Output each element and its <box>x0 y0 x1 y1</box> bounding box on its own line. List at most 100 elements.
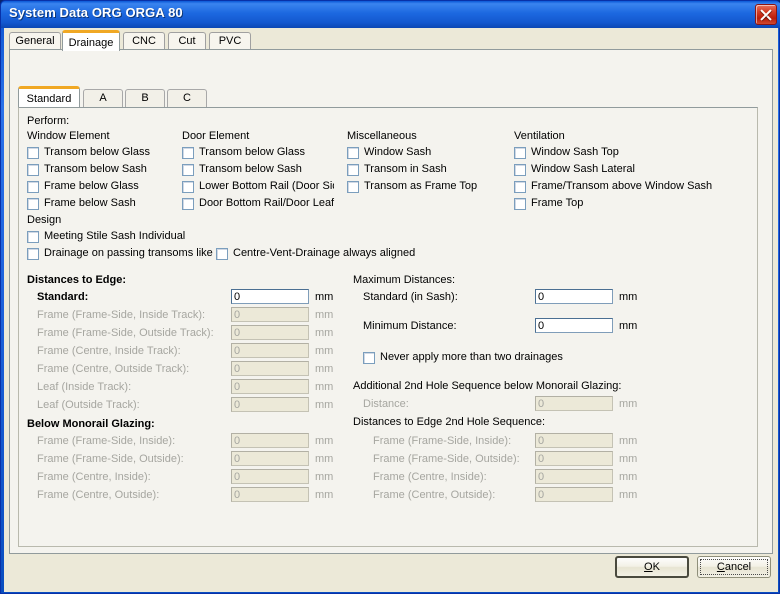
distance-frame-centre-inside-track-unit: mm <box>315 345 334 357</box>
minimum-distance-input[interactable] <box>535 318 613 333</box>
subtab-c[interactable]: C <box>167 89 207 107</box>
hole2-frame-side-inside-label: Frame (Frame-Side, Inside): <box>373 435 512 447</box>
checkbox-drainage-on-passing-transoms[interactable]: Drainage on passing transoms like frame <box>27 247 215 261</box>
distance-standard-unit: mm <box>315 291 334 303</box>
subtab-standard-label: Standard <box>26 93 72 105</box>
checkbox-label: Never apply more than two drainages <box>380 351 563 363</box>
checkbox-label: Frame below Sash <box>44 197 136 209</box>
monorail-frame-centre-outside-unit: mm <box>315 489 334 501</box>
checkbox-label: Frame Top <box>531 197 584 209</box>
tab-drainage[interactable]: Drainage <box>62 30 120 51</box>
minimum-distance-unit: mm <box>619 320 638 332</box>
close-icon[interactable] <box>755 4 777 25</box>
checkbox-box[interactable] <box>514 198 526 210</box>
hole2-frame-centre-outside-input <box>535 487 613 502</box>
checkbox-box[interactable] <box>182 164 194 176</box>
tab-pvc-label: PVC <box>218 35 242 47</box>
checkbox-box[interactable] <box>27 164 39 176</box>
distance-leaf-outside-track-label: Leaf (Outside Track): <box>37 399 140 411</box>
monorail-frame-side-inside-input <box>231 433 309 448</box>
focus-ring <box>700 559 768 575</box>
additional-2nd-hole-heading: Additional 2nd Hole Sequence below Monor… <box>353 380 622 392</box>
checkbox-label: Frame/Transom above Window Sash <box>531 180 713 192</box>
subtab-standard[interactable]: Standard <box>18 86 80 107</box>
sub-tab-strip: Standard A B C <box>18 86 758 107</box>
monorail-frame-side-outside-input <box>231 451 309 466</box>
distance-standard-label: Standard: <box>37 291 89 303</box>
monorail-frame-side-inside-unit: mm <box>315 435 334 447</box>
additional-2nd-hole-distance-label: Distance: <box>363 398 409 410</box>
distance-frame-side-inside-track-label: Frame (Frame-Side, Inside Track): <box>37 309 206 321</box>
checkbox-box[interactable] <box>363 352 375 364</box>
checkbox-box[interactable] <box>27 198 39 210</box>
distance-frame-centre-outside-track-unit: mm <box>315 363 334 375</box>
subtab-a[interactable]: A <box>83 89 123 107</box>
checkbox-box[interactable] <box>182 198 194 210</box>
checkbox-box[interactable] <box>347 164 359 176</box>
tab-cut[interactable]: Cut <box>168 32 206 50</box>
hole2-frame-centre-inside-label: Frame (Centre, Inside): <box>373 471 487 483</box>
ventilation-heading: Ventilation <box>514 130 565 142</box>
checkbox-box[interactable] <box>27 147 39 159</box>
checkbox-box[interactable] <box>514 164 526 176</box>
checkbox-box[interactable] <box>182 147 194 159</box>
checkbox-label: Drainage on passing transoms like frame <box>44 247 215 259</box>
hole2-frame-side-inside-unit: mm <box>619 435 638 447</box>
tab-cnc[interactable]: CNC <box>123 32 165 50</box>
distances-2nd-hole-heading: Distances to Edge 2nd Hole Sequence: <box>353 416 546 428</box>
checkbox-label: Centre-Vent-Drainage always aligned <box>233 247 416 259</box>
checkbox-box[interactable] <box>182 181 194 193</box>
monorail-frame-side-inside-label: Frame (Frame-Side, Inside): <box>37 435 176 447</box>
tab-general[interactable]: General <box>9 32 61 50</box>
hole2-frame-side-outside-unit: mm <box>619 453 638 465</box>
distance-frame-side-outside-track-label: Frame (Frame-Side, Outside Track): <box>37 327 214 339</box>
checkbox-box[interactable] <box>216 248 228 260</box>
monorail-frame-centre-outside-label: Frame (Centre, Outside): <box>37 489 160 501</box>
monorail-frame-centre-outside-input <box>231 487 309 502</box>
distance-leaf-outside-track-unit: mm <box>315 399 334 411</box>
checkbox-box[interactable] <box>514 181 526 193</box>
checkbox-label: Window Sash Top <box>531 146 619 158</box>
distance-leaf-inside-track-unit: mm <box>315 381 334 393</box>
tab-drainage-label: Drainage <box>68 37 114 49</box>
checkbox-box[interactable] <box>347 181 359 193</box>
distance-frame-side-outside-track-unit: mm <box>315 327 334 339</box>
ok-button[interactable]: OK <box>615 556 689 578</box>
window-element-heading: Window Element <box>27 130 110 142</box>
monorail-frame-centre-inside-input <box>231 469 309 484</box>
max-standard-in-sash-input[interactable] <box>535 289 613 304</box>
checkbox-box[interactable] <box>27 231 39 243</box>
maximum-distances-heading: Maximum Distances: <box>353 274 456 286</box>
main-tab-strip: General Drainage CNC Cut PVC <box>9 30 773 51</box>
hole2-frame-side-outside-input <box>535 451 613 466</box>
distance-frame-side-outside-track-input <box>231 325 309 340</box>
window-title: System Data ORG ORGA 80 <box>9 5 183 20</box>
minimum-distance-label: Minimum Distance: <box>363 320 457 332</box>
checkbox-box[interactable] <box>27 181 39 193</box>
checkbox-door-lower-bottom-rail[interactable]: Lower Bottom Rail (Door Side Light) <box>182 180 334 194</box>
checkbox-label: Door Bottom Rail/Door Leaf <box>199 197 335 209</box>
subtab-a-label: A <box>99 92 107 104</box>
subtab-b[interactable]: B <box>125 89 165 107</box>
distance-standard-input[interactable] <box>231 289 309 304</box>
title-bar: System Data ORG ORGA 80 <box>1 1 780 28</box>
hole2-frame-centre-outside-unit: mm <box>619 489 638 501</box>
checkbox-box[interactable] <box>514 147 526 159</box>
ok-button-label: K <box>652 561 660 573</box>
checkbox-box[interactable] <box>347 147 359 159</box>
hole2-frame-side-outside-label: Frame (Frame-Side, Outside): <box>373 453 520 465</box>
door-element-heading: Door Element <box>182 130 250 142</box>
distance-frame-centre-outside-track-label: Frame (Centre, Outside Track): <box>37 363 190 375</box>
checkbox-label: Transom below Glass <box>199 146 305 158</box>
monorail-frame-side-outside-unit: mm <box>315 453 334 465</box>
distance-leaf-inside-track-label: Leaf (Inside Track): <box>37 381 132 393</box>
checkbox-label: Meeting Stile Sash Individual <box>44 230 186 242</box>
cancel-button[interactable]: Cancel <box>697 556 771 578</box>
checkbox-box[interactable] <box>27 248 39 260</box>
additional-2nd-hole-distance-unit: mm <box>619 398 638 410</box>
distance-leaf-outside-track-input <box>231 397 309 412</box>
subtab-b-label: B <box>141 92 149 104</box>
checkbox-label: Transom below Sash <box>199 163 302 175</box>
tab-pvc[interactable]: PVC <box>209 32 251 50</box>
hole2-frame-centre-outside-label: Frame (Centre, Outside): <box>373 489 496 501</box>
